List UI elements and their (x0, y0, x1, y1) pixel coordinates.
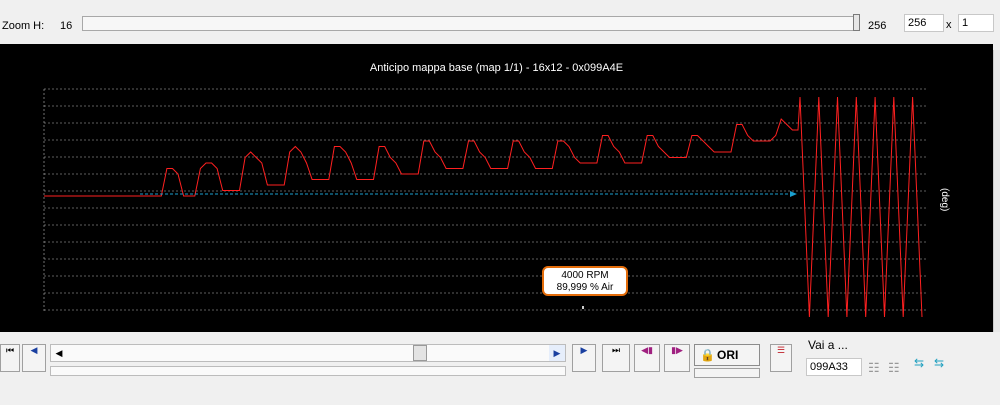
prev-button[interactable]: ◀ (22, 344, 46, 372)
next-button[interactable]: ▶ (572, 344, 596, 372)
zoom-value: 16 (60, 20, 73, 32)
marker-next-icon[interactable]: ⇆ (934, 356, 944, 370)
next-map-button[interactable]: ▮▶ (664, 344, 690, 372)
navigation-bar: ⏮ ◀ ◀ ▶ ▶ ⏭ ◀▮ ▮▶ 🔒 ORI ☰ Vai a ... 099A… (0, 332, 1000, 405)
horizontal-scrollbar-2[interactable] (50, 366, 566, 376)
last-button[interactable]: ⏭ (602, 344, 630, 372)
flag-icon[interactable]: ☰ (770, 344, 792, 372)
goto-label: Vai a ... (808, 338, 848, 352)
chart-title: Anticipo mappa base (map 1/1) - 16x12 - … (369, 62, 624, 74)
align-left-icon[interactable]: ☷ (868, 360, 880, 376)
zoom-max: 256 (868, 20, 887, 32)
zoom-toolbar: Zoom H: 16 256 256 x 1 (0, 0, 1000, 50)
zoom-label: Zoom H: (2, 20, 45, 32)
tooltip-rpm: 4000 RPM (561, 270, 609, 281)
lock-icon: 🔒 (700, 348, 715, 362)
zoom-slider-thumb[interactable] (853, 14, 860, 31)
align-right-icon[interactable]: ☷ (888, 360, 900, 376)
series-line (44, 96, 923, 318)
chart-svg (43, 88, 928, 318)
prev-map-button[interactable]: ◀▮ (634, 344, 660, 372)
cursor-tooltip: 4000 RPM 89,999 % Air (542, 266, 628, 296)
zoom-slider[interactable] (82, 14, 860, 31)
marker-icon[interactable]: ⇆ (914, 356, 924, 370)
ori-label: ORI (717, 348, 739, 362)
cursor-arrowhead (790, 191, 797, 197)
scroll-left-icon[interactable]: ◀ (51, 345, 67, 361)
vertical-scrollbar[interactable] (993, 50, 1000, 332)
first-button[interactable]: ⏮ (0, 344, 20, 372)
scroll-thumb[interactable] (413, 345, 427, 361)
zoom-multiplier-input[interactable]: 1 (958, 14, 994, 32)
ori-button[interactable]: 🔒 ORI (694, 344, 760, 366)
chart-area: Anticipo mappa base (map 1/1) - 16x12 - … (0, 44, 993, 332)
address-input[interactable]: 099A33 (806, 358, 862, 376)
zoom-x-label: x (946, 19, 952, 31)
cursor-marker (582, 306, 584, 309)
y-axis-label: (deg) (939, 188, 950, 212)
ori-secondary-button[interactable] (694, 368, 760, 378)
zoom-input[interactable]: 256 (904, 14, 944, 32)
scroll-right-icon[interactable]: ▶ (549, 345, 565, 361)
horizontal-scrollbar[interactable]: ◀ ▶ (50, 344, 566, 362)
tooltip-air: 89,999 % Air (556, 282, 614, 293)
